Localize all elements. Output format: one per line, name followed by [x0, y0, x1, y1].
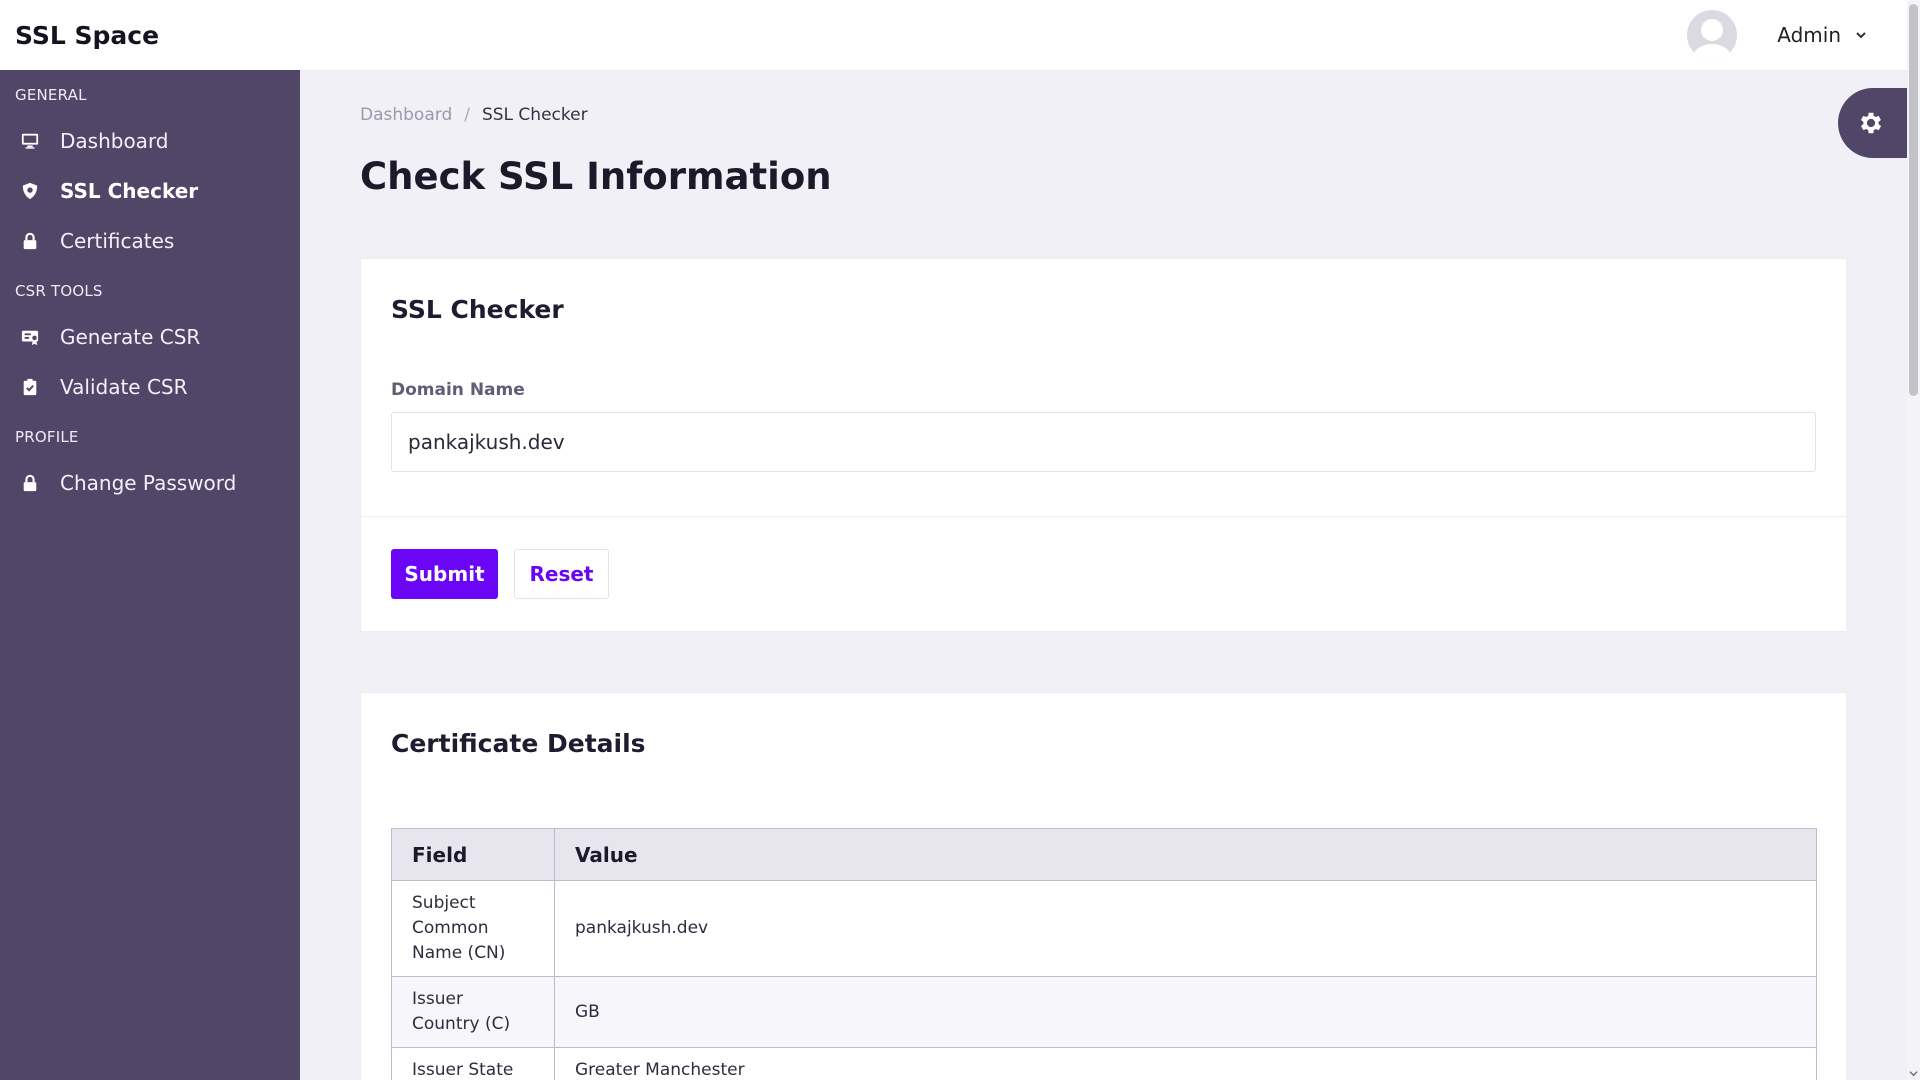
lock-icon [20, 231, 40, 251]
cell-field: Subject Common Name (CN) [391, 880, 555, 977]
column-header-value: Value [554, 828, 1817, 881]
scroll-down-arrow-icon[interactable] [1909, 1069, 1918, 1078]
reset-button[interactable]: Reset [514, 549, 609, 599]
domain-name-input[interactable]: pankajkush.dev [391, 412, 1816, 472]
certificate-details-title: Certificate Details [391, 729, 646, 758]
certificate-icon [20, 327, 40, 347]
ssl-checker-card: SSL Checker Domain Name pankajkush.dev S… [360, 258, 1847, 632]
sidebar-item-validate-csr[interactable]: Validate CSR [0, 362, 300, 412]
user-name[interactable]: Admin [1777, 23, 1841, 47]
scrollbar[interactable] [1907, 0, 1920, 1080]
breadcrumb: Dashboard / SSL Checker [360, 105, 1847, 125]
cell-value: pankajkush.dev [554, 880, 1817, 977]
certificate-details-table: Field Value Subject Common Name (CN) pan… [391, 828, 1817, 1080]
form-actions: Submit Reset [391, 549, 609, 599]
sidebar-item-label: Generate CSR [60, 325, 201, 349]
submit-button[interactable]: Submit [391, 549, 498, 599]
sidebar-item-label: Change Password [60, 471, 237, 495]
breadcrumb-current: SSL Checker [481, 105, 588, 125]
breadcrumb-separator: / [464, 105, 470, 125]
settings-button[interactable] [1838, 88, 1910, 158]
sidebar-item-label: SSL Checker [60, 179, 199, 203]
ssl-checker-card-title: SSL Checker [391, 295, 564, 324]
column-header-field: Field [391, 828, 555, 881]
sidebar: GENERAL Dashboard SSL Checker Certificat… [0, 70, 300, 1080]
sidebar-item-dashboard[interactable]: Dashboard [0, 116, 300, 166]
clipboard-check-icon [20, 377, 40, 397]
sidebar-section-csr-tools: CSR TOOLS [15, 282, 103, 300]
cell-field: Issuer State [391, 1047, 555, 1080]
scrollbar-thumb[interactable] [1909, 4, 1918, 396]
sidebar-item-ssl-checker[interactable]: SSL Checker [0, 166, 300, 216]
shield-icon [20, 181, 40, 201]
table-row: Subject Common Name (CN) pankajkush.dev [391, 880, 1817, 977]
cell-field: Issuer Country (C) [391, 976, 555, 1048]
cell-value: GB [554, 976, 1817, 1048]
top-bar: SSL Space Admin [0, 0, 1907, 70]
certificate-details-card: Certificate Details Field Value Subject … [360, 692, 1847, 1080]
sidebar-item-change-password[interactable]: Change Password [0, 458, 300, 508]
sidebar-item-label: Validate CSR [60, 375, 188, 399]
sidebar-section-profile: PROFILE [15, 428, 79, 446]
table-row: Issuer State Greater Manchester [391, 1047, 1817, 1080]
sidebar-item-label: Certificates [60, 229, 175, 253]
avatar[interactable] [1687, 10, 1738, 60]
chevron-down-icon[interactable] [1855, 29, 1867, 41]
brand-logo[interactable]: SSL Space [0, 21, 159, 50]
sidebar-item-label: Dashboard [60, 129, 169, 153]
table-row: Issuer Country (C) GB [391, 976, 1817, 1048]
gear-icon [1860, 112, 1882, 134]
breadcrumb-dashboard-link[interactable]: Dashboard [360, 105, 452, 125]
monitor-icon [20, 131, 40, 151]
user-menu[interactable]: Admin [1687, 0, 1907, 70]
card-divider [361, 516, 1846, 517]
domain-name-label: Domain Name [391, 380, 525, 400]
sidebar-item-certificates[interactable]: Certificates [0, 216, 300, 266]
cell-value: Greater Manchester [554, 1047, 1817, 1080]
main-content: Dashboard / SSL Checker Check SSL Inform… [360, 70, 1847, 1080]
sidebar-section-general: GENERAL [15, 86, 87, 104]
sidebar-item-generate-csr[interactable]: Generate CSR [0, 312, 300, 362]
page-title: Check SSL Information [360, 155, 832, 198]
lock-icon [20, 473, 40, 493]
